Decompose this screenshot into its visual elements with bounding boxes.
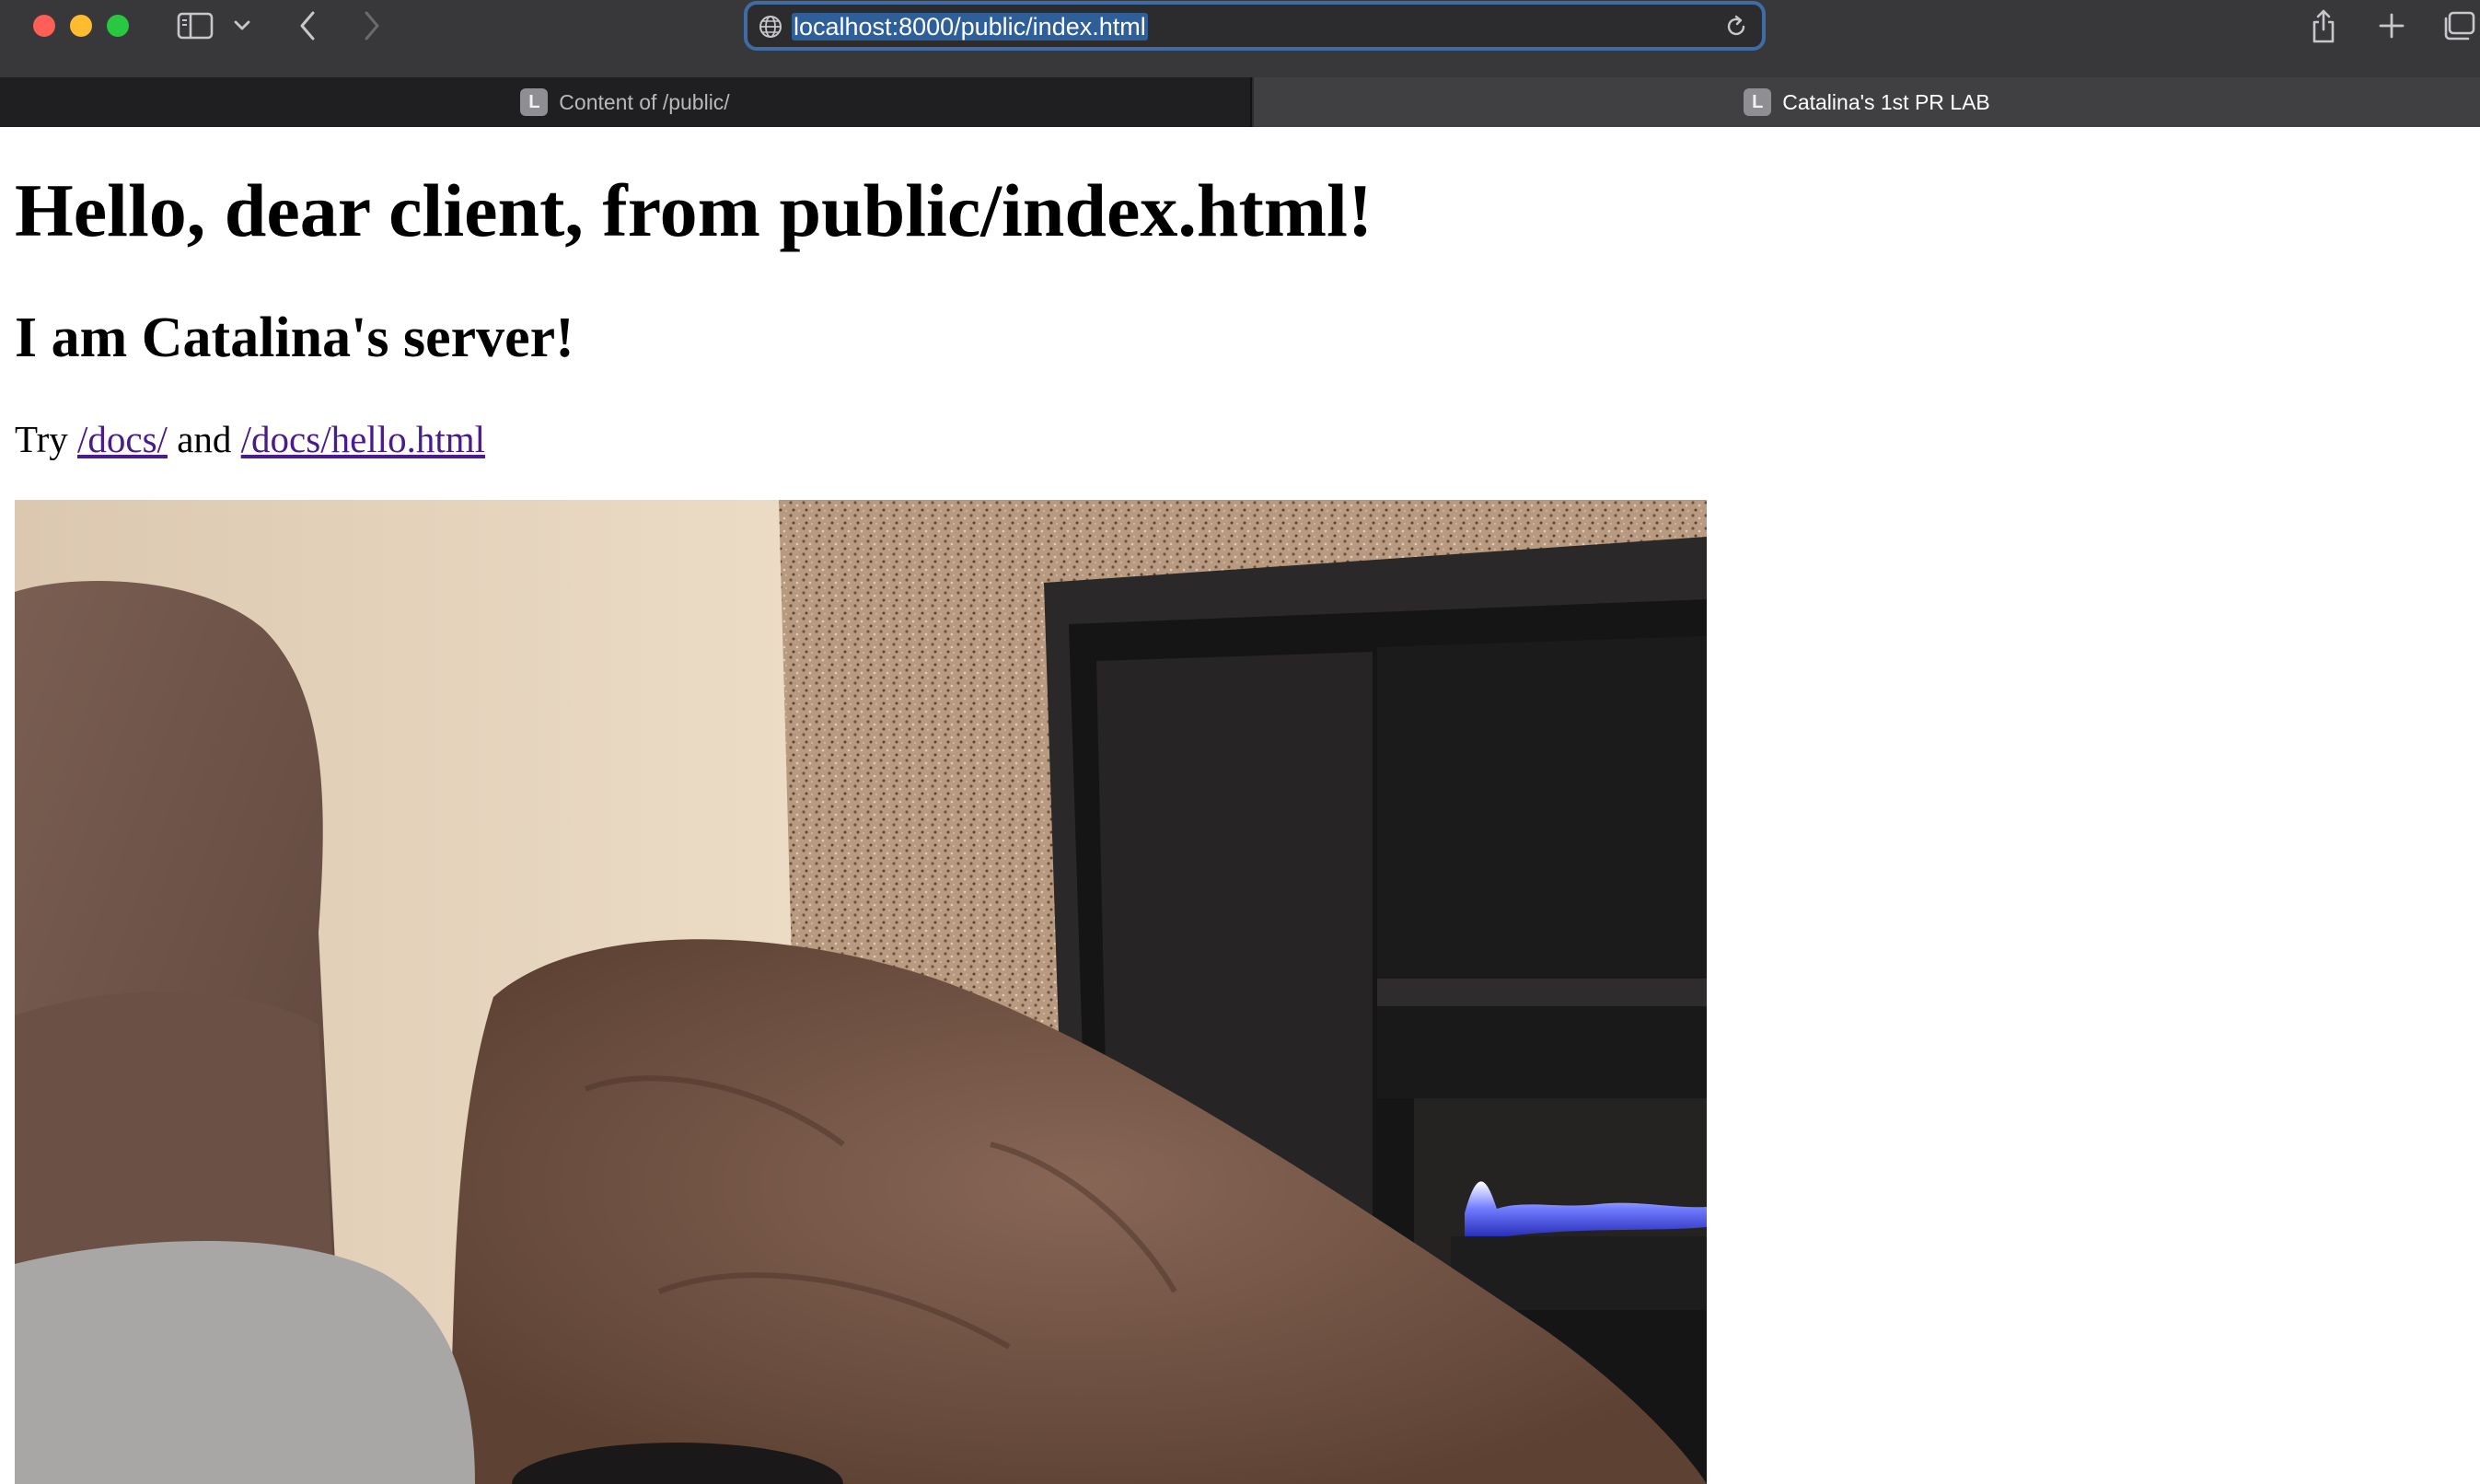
sidebar-icon[interactable] [173,6,217,46]
browser-toolbar: localhost:8000/public/index.html [0,0,2480,77]
plus-icon[interactable] [2370,6,2414,46]
chevron-right-icon[interactable] [355,6,388,46]
chevron-down-icon[interactable] [228,6,256,46]
tab-favicon: L [520,88,549,116]
tab-overview-icon[interactable] [2438,6,2480,46]
and-text: and [177,418,232,460]
photo-image [15,500,1707,1484]
tab-content-of-public[interactable]: L Content of /public/ [0,77,1252,127]
tab-bar: L Content of /public/ L Catalina's 1st P… [0,77,2480,127]
tab-title: Content of /public/ [559,89,730,114]
zoom-window-button[interactable] [107,15,129,37]
tab-title: Catalina's 1st PR LAB [1782,89,1990,114]
minimize-window-button[interactable] [70,15,92,37]
page-subheading: I am Catalina's server! [15,307,574,369]
globe-icon [759,15,782,39]
chevron-left-icon[interactable] [291,6,324,46]
tab-favicon: L [1744,88,1772,116]
docs-link[interactable]: /docs/ [77,418,168,460]
page-heading: Hello, dear client, from public/index.ht… [15,168,1373,252]
try-text: Try [15,418,68,460]
share-icon[interactable] [2301,6,2346,46]
links-paragraph: Try /docs/ and /docs/hello.html [15,417,485,461]
page-content: Hello, dear client, from public/index.ht… [0,127,2480,1484]
url-text[interactable]: localhost:8000/public/index.html [792,13,1148,41]
close-window-button[interactable] [33,15,55,37]
address-bar[interactable]: localhost:8000/public/index.html [744,1,1766,51]
hello-link[interactable]: /docs/hello.html [241,418,485,460]
reload-icon[interactable] [1723,14,1749,40]
tab-catalinas-pr-lab[interactable]: L Catalina's 1st PR LAB [1254,77,2480,127]
